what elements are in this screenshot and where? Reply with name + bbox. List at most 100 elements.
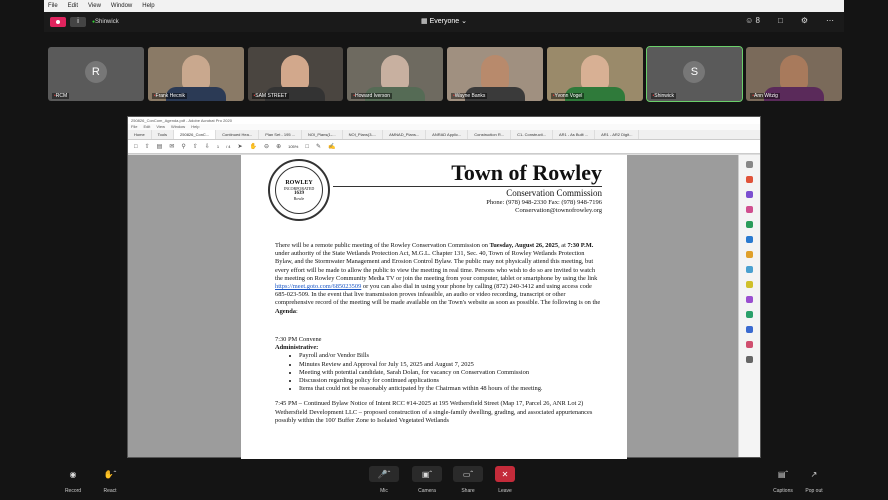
record-icon: ◉ bbox=[69, 469, 77, 479]
pdf-page: ROWLEY INCORPORATED 1639 Rowle Town of R… bbox=[241, 155, 627, 459]
mail-icon[interactable]: ✉ bbox=[169, 143, 174, 150]
tab-agenda[interactable]: 250826_ConC... bbox=[174, 130, 217, 139]
tab-doc[interactable]: ANRAD Applic... bbox=[426, 130, 469, 139]
seal-mid: INCORPORATED bbox=[283, 185, 315, 191]
compare-icon[interactable] bbox=[746, 311, 753, 318]
chat-icon[interactable]: □ bbox=[778, 16, 783, 25]
organize-icon[interactable] bbox=[746, 206, 753, 213]
tab-home[interactable]: Home bbox=[128, 130, 152, 139]
mic-control[interactable]: 🎤ˆ Mic bbox=[369, 466, 399, 494]
comment-icon[interactable]: □ bbox=[305, 144, 309, 150]
tab-doc[interactable]: AR1 - AR2 Digit... bbox=[595, 130, 640, 139]
participant-tile-sam[interactable]: SAM STREET bbox=[247, 47, 344, 101]
page-number-input[interactable]: 1 bbox=[217, 144, 219, 149]
share-screen-icon: ▭ˆ bbox=[453, 466, 483, 482]
participant-tile-shinwick[interactable]: S Shinwick bbox=[645, 46, 744, 102]
popout-control[interactable]: ↗ Pop out bbox=[804, 466, 824, 495]
menu-edit[interactable]: Edit bbox=[68, 3, 78, 9]
gear-icon[interactable]: ⚙ bbox=[801, 16, 808, 25]
zoom-in-icon[interactable]: ⊕ bbox=[276, 143, 281, 150]
print-icon[interactable]: ▤ bbox=[157, 143, 163, 150]
page-count: / 4 bbox=[226, 144, 231, 149]
sign-icon[interactable]: ✍ bbox=[328, 143, 335, 150]
cursor-icon[interactable]: ➤ bbox=[238, 143, 243, 150]
recording-icon[interactable] bbox=[50, 17, 66, 27]
menu-view[interactable]: View bbox=[88, 3, 101, 9]
tab-doc[interactable]: Construction R... bbox=[468, 130, 512, 139]
participant-tile-yvonn[interactable]: Yvonn Vogel bbox=[546, 47, 643, 101]
redact-icon[interactable] bbox=[746, 341, 753, 348]
upload-icon[interactable]: ⇧ bbox=[145, 143, 150, 150]
menu-window[interactable]: Window bbox=[111, 3, 132, 9]
next-page-icon[interactable]: ⇩ bbox=[205, 143, 210, 150]
record-control[interactable]: ◉ Record bbox=[63, 466, 83, 495]
tools-icon[interactable] bbox=[746, 356, 753, 363]
comment-tool-icon[interactable] bbox=[746, 191, 753, 198]
participant-tile-howard[interactable]: Howard Iverson bbox=[347, 47, 443, 101]
acrobat-tabs: Home Tools 250826_ConC... Continued Hea.… bbox=[128, 130, 760, 140]
tab-doc[interactable]: AMNAD_Plans... bbox=[383, 130, 427, 139]
tab-doc[interactable]: NOI_Plans(1-... bbox=[302, 130, 343, 139]
email-line: Conservation@townofrowley.org bbox=[515, 207, 602, 214]
zoom-out-icon[interactable]: ⊖ bbox=[264, 143, 269, 150]
protect-icon[interactable] bbox=[746, 296, 753, 303]
react-control[interactable]: ✋ˆ React bbox=[98, 466, 122, 495]
view-selector[interactable]: ▦ Everyone ⌄ bbox=[421, 17, 467, 25]
tab-doc[interactable]: Continued Hea... bbox=[216, 130, 260, 139]
export-icon[interactable] bbox=[746, 221, 753, 228]
contact-block: Phone: (978) 948-2330 Fax: (978) 948-719… bbox=[486, 199, 602, 215]
tab-doc[interactable]: AR1 - As Built ... bbox=[553, 130, 596, 139]
avatar: R bbox=[84, 61, 107, 83]
zoom-level[interactable]: 105% bbox=[288, 144, 298, 149]
intro-text: There will be a remote public meeting of… bbox=[275, 242, 490, 249]
list-item: Meeting with potential candidate, Sarah … bbox=[299, 369, 602, 377]
participant-name: Shinwick bbox=[650, 93, 676, 99]
hand-icon[interactable]: ✋ bbox=[250, 143, 257, 150]
pen-icon[interactable]: ✎ bbox=[316, 143, 321, 150]
stamp-icon[interactable] bbox=[746, 281, 753, 288]
video-feed bbox=[281, 55, 310, 89]
tab-tools[interactable]: Tools bbox=[152, 130, 175, 139]
participant-tile-wayne[interactable]: Wayne Banks bbox=[447, 47, 543, 101]
save-icon[interactable]: □ bbox=[134, 144, 138, 150]
participants-button[interactable]: ☺ 8 bbox=[745, 16, 760, 25]
agenda-word: Agenda bbox=[275, 307, 296, 315]
video-feed bbox=[580, 55, 609, 89]
participant-tile-ann[interactable]: Ann Witzig bbox=[746, 47, 842, 101]
app-menubar: File Edit View Window Help bbox=[44, 0, 844, 12]
doc-title: Town of Rowley bbox=[451, 160, 602, 185]
zoom-icon[interactable] bbox=[746, 161, 753, 168]
popout-label: Pop out bbox=[805, 488, 823, 494]
tab-doc[interactable]: NOI_Plans(3-... bbox=[343, 130, 384, 139]
camera-label: Camera bbox=[418, 488, 436, 494]
participant-tile-rcm[interactable]: R RCM bbox=[48, 47, 144, 101]
phone-line: Phone: (978) 948-2330 Fax: (978) 948-719… bbox=[486, 199, 602, 206]
town-seal: ROWLEY INCORPORATED 1639 Rowle bbox=[268, 159, 330, 221]
leave-control[interactable]: ✕ Leave bbox=[495, 466, 515, 494]
meeting-link[interactable]: https://meet.goto.com/685023509 bbox=[275, 283, 361, 290]
edit-icon[interactable] bbox=[746, 236, 753, 243]
chevron-down-icon: ⌄ bbox=[459, 18, 467, 25]
search-icon[interactable]: ⚲ bbox=[181, 143, 185, 150]
tab-doc[interactable]: C1- Constructi... bbox=[511, 130, 553, 139]
prev-page-icon[interactable]: ⇧ bbox=[193, 143, 198, 150]
tab-doc[interactable]: Plan Set - 195 ... bbox=[259, 130, 302, 139]
captions-control[interactable]: ▤ˆ Captions bbox=[769, 466, 797, 495]
intro-paragraph: There will be a remote public meeting of… bbox=[275, 242, 601, 315]
list-item: Payroll and/or Vendor Bills bbox=[299, 352, 602, 360]
document-view[interactable]: ROWLEY INCORPORATED 1639 Rowle Town of R… bbox=[128, 155, 760, 459]
share-control[interactable]: ▭ˆ Share bbox=[453, 466, 483, 494]
participant-tile-frank[interactable]: Frank Hecnik bbox=[147, 47, 244, 101]
menu-help[interactable]: Help bbox=[142, 3, 154, 9]
share-tool-icon[interactable] bbox=[746, 266, 753, 273]
fill-sign-icon[interactable] bbox=[746, 251, 753, 258]
video-feed bbox=[780, 55, 809, 89]
info-icon[interactable]: i bbox=[70, 17, 86, 27]
more-icon[interactable]: ⋯ bbox=[826, 16, 834, 25]
camera-off-icon: ▣ˆ bbox=[412, 466, 442, 482]
pdf-icon[interactable] bbox=[746, 176, 753, 183]
menu-file[interactable]: File bbox=[48, 3, 58, 9]
shield-icon[interactable] bbox=[746, 326, 753, 333]
camera-control[interactable]: ▣ˆ Camera bbox=[412, 466, 442, 494]
